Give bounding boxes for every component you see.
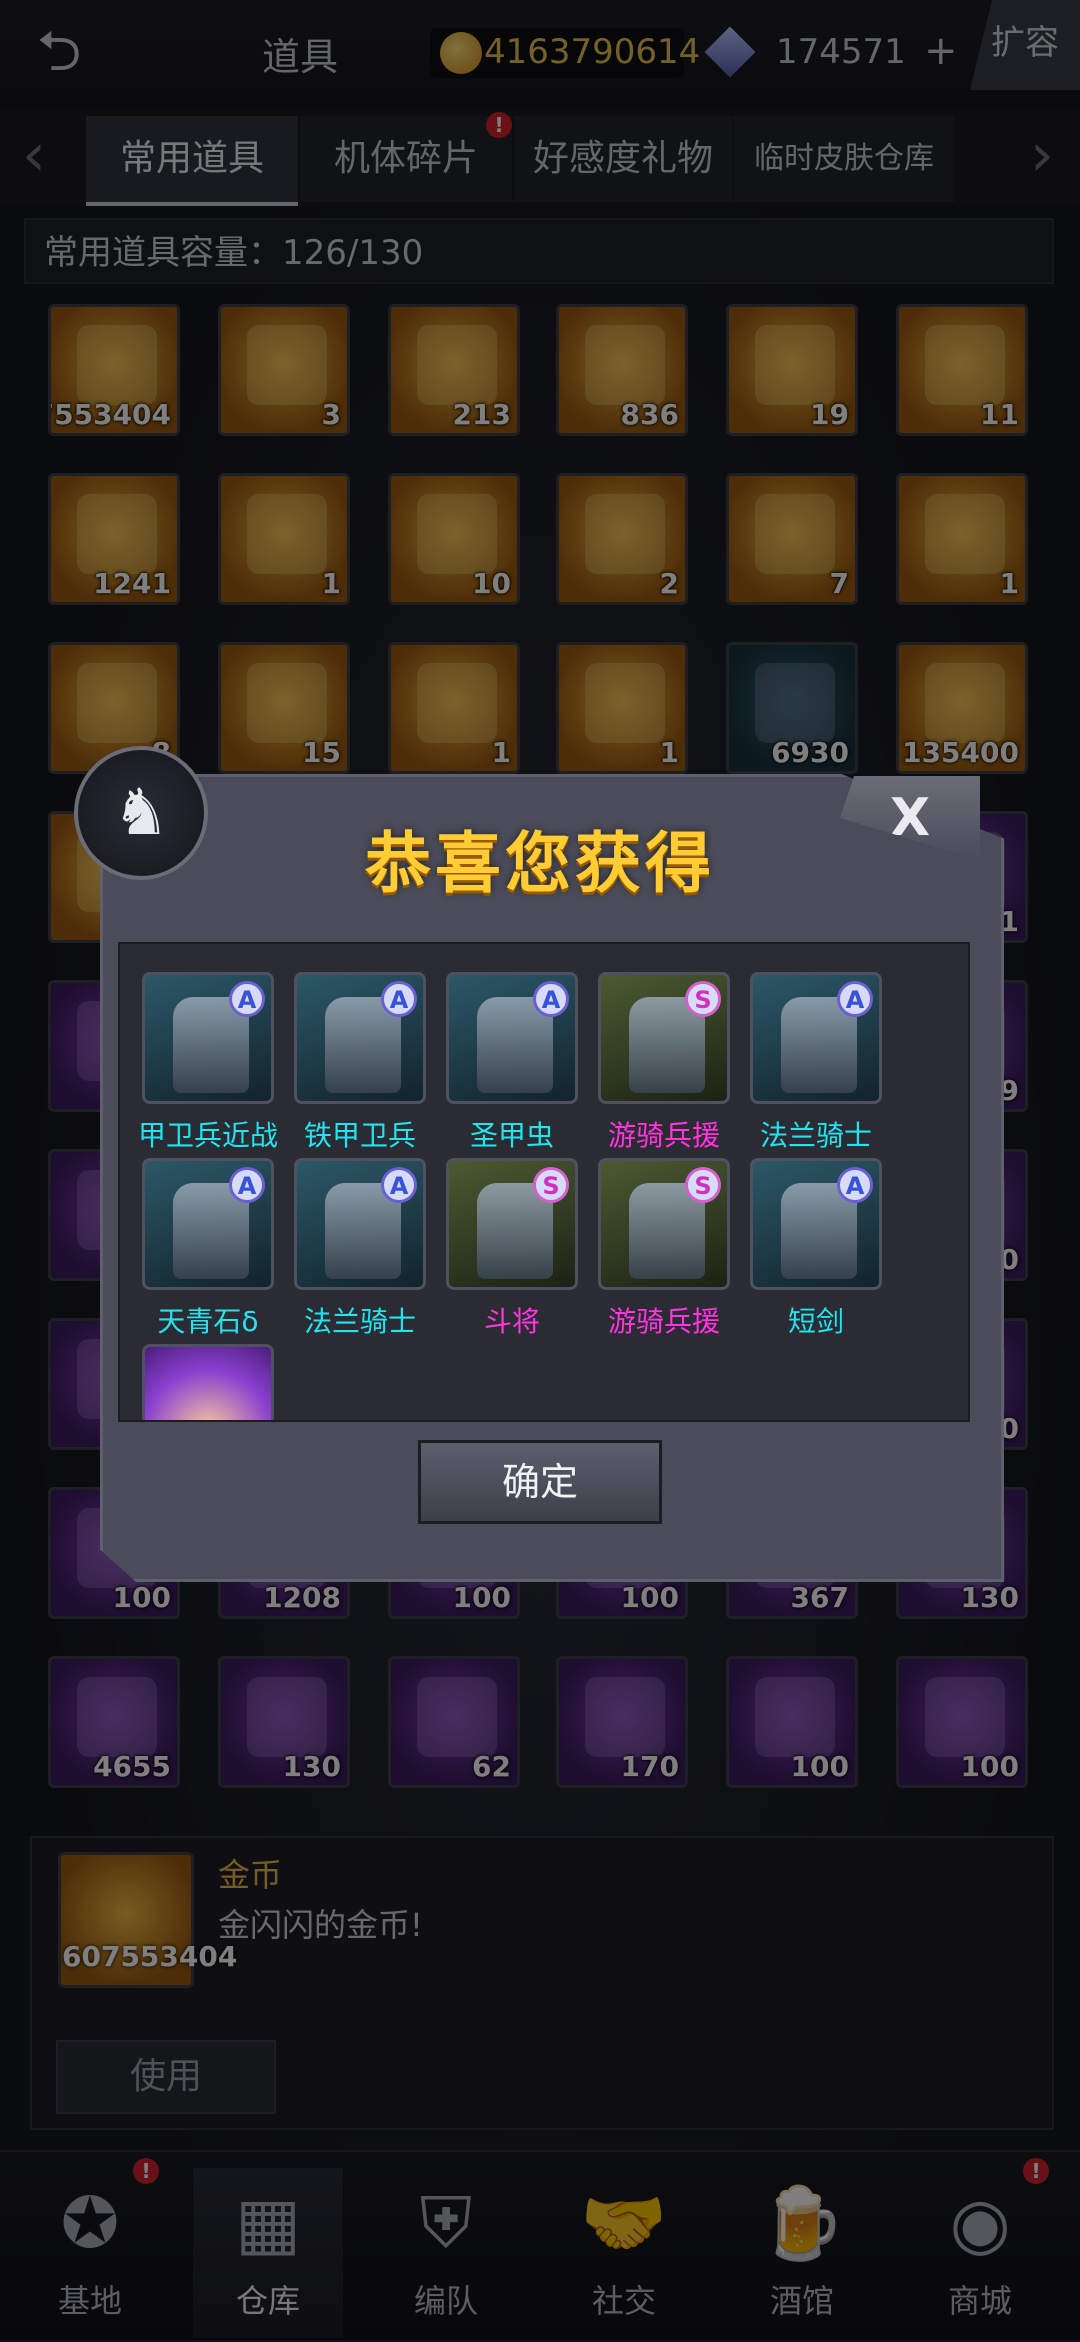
rank-badge: A	[837, 981, 873, 1017]
reward-name: 铁甲卫兵	[303, 1119, 416, 1152]
reward-item[interactable]: S 斗将	[434, 1158, 590, 1340]
reward-item[interactable]: A 铁甲卫兵	[282, 972, 438, 1154]
mech-portrait: S	[446, 1158, 578, 1290]
reward-name: 短剑	[787, 1305, 844, 1338]
confirm-button[interactable]: 确定	[418, 1440, 662, 1524]
rank-badge: S	[533, 1167, 569, 1203]
mech-portrait: S	[598, 972, 730, 1104]
mech-portrait: S	[598, 1158, 730, 1290]
reward-name: 法兰骑士	[759, 1119, 872, 1152]
reward-name: 游骑兵援	[607, 1119, 720, 1152]
mech-portrait: A	[294, 1158, 426, 1290]
rank-badge: S	[685, 1167, 721, 1203]
reward-item[interactable]: A 圣甲虫	[434, 972, 590, 1154]
reward-item[interactable]: A 天青石δ	[130, 1158, 286, 1340]
rank-badge: A	[381, 1167, 417, 1203]
reward-list: A 甲卫兵近战 A 铁甲卫兵 A 圣甲虫 S 游骑兵援 A 法兰骑士 A 天青石δ A 法兰骑士 S 斗将 S 游…	[118, 942, 970, 1422]
reward-name: 斗将	[483, 1305, 540, 1338]
rank-badge: A	[533, 981, 569, 1017]
reward-item[interactable]: A 法兰骑士	[282, 1158, 438, 1340]
mech-portrait	[142, 1344, 274, 1420]
rank-badge: S	[685, 981, 721, 1017]
reward-name: 甲卫兵近战	[137, 1119, 278, 1152]
reward-name: 游骑兵援	[607, 1305, 720, 1338]
reward-item[interactable]	[130, 1344, 286, 1420]
modal-title: 恭喜您获得	[365, 824, 715, 902]
reward-item[interactable]: A 甲卫兵近战	[130, 972, 286, 1154]
reward-name: 天青石δ	[157, 1305, 259, 1338]
rank-badge: A	[381, 981, 417, 1017]
mech-portrait: A	[294, 972, 426, 1104]
mech-portrait: A	[446, 972, 578, 1104]
mech-portrait: A	[750, 1158, 882, 1290]
reward-item[interactable]: S 游骑兵援	[586, 1158, 742, 1340]
reward-name: 圣甲虫	[469, 1119, 554, 1152]
mech-portrait: A	[142, 1158, 274, 1290]
reward-item[interactable]: S 游骑兵援	[586, 972, 742, 1154]
rank-badge: A	[229, 1167, 265, 1203]
reward-item[interactable]: A 法兰骑士	[738, 972, 894, 1154]
rank-badge: A	[837, 1167, 873, 1203]
reward-item[interactable]: A 短剑	[738, 1158, 894, 1340]
mech-portrait: A	[750, 972, 882, 1104]
rank-badge: A	[229, 981, 265, 1017]
mech-portrait: A	[142, 972, 274, 1104]
reward-name: 法兰骑士	[303, 1305, 416, 1338]
